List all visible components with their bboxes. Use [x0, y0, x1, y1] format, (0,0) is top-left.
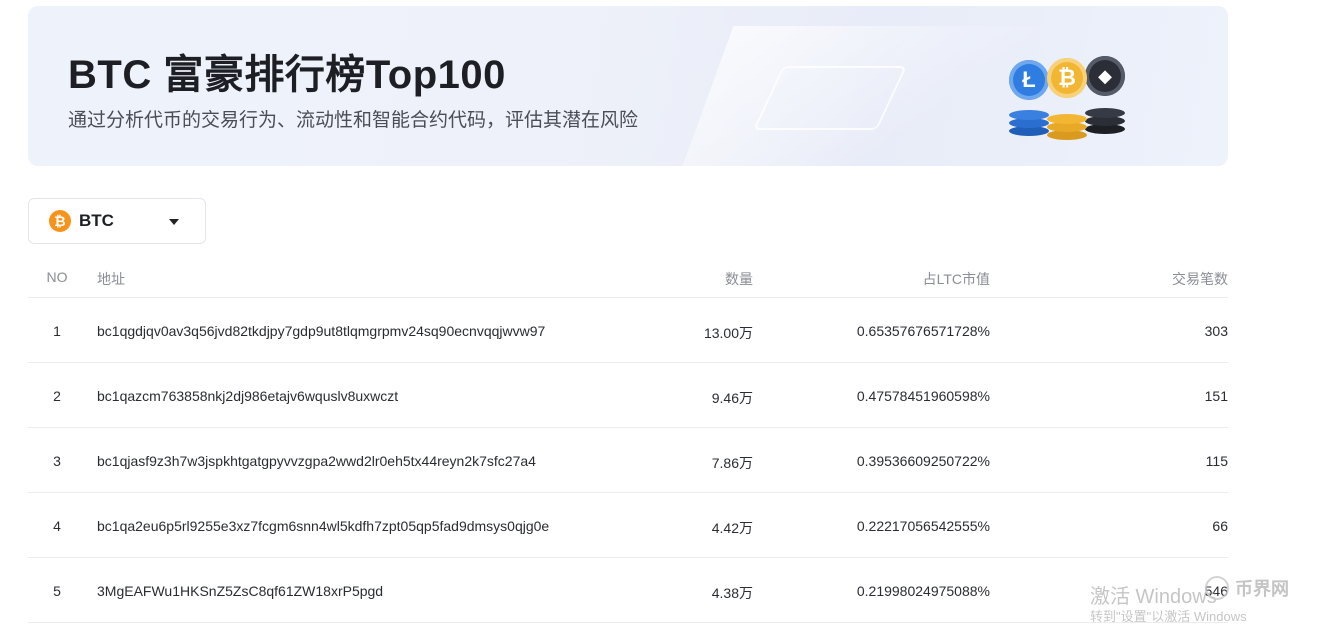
- logo-text: 币界网: [1235, 579, 1289, 599]
- row-market-share: 0.39536609250722%: [856, 453, 990, 469]
- row-market-share: 0.65357676571728%: [856, 323, 990, 339]
- table-row[interactable]: 2 bc1qazcm763858nkj2dj986etajv6wquslv8ux…: [28, 363, 1228, 428]
- chevron-down-icon: [169, 219, 179, 225]
- row-address[interactable]: bc1qa2eu6p5rl9255e3xz7fcgm6snn4wl5kdfh7z…: [97, 518, 549, 534]
- row-address[interactable]: bc1qgdjqv0av3q56jvd82tkdjpy7gdp9ut8tlqmg…: [97, 323, 545, 339]
- row-tx-count: 151: [1204, 388, 1228, 404]
- row-address[interactable]: 3MgEAFWu1HKSnZ5ZsC8qf61ZW18xrP5pgd: [97, 583, 383, 599]
- row-amount: 4.38万: [711, 585, 753, 601]
- row-amount: 7.86万: [711, 455, 753, 471]
- table-header: NO 地址 数量 占LTC市值 交易笔数: [28, 256, 1228, 298]
- row-market-share: 0.21998024975088%: [856, 583, 990, 599]
- row-amount: 9.46万: [711, 390, 753, 406]
- row-market-share: 0.22217056542555%: [856, 518, 990, 534]
- row-address[interactable]: bc1qjasf9z3h7w3jspkhtgatgpyvvzgpa2wwd2lr…: [97, 453, 536, 469]
- row-tx-count: 303: [1204, 323, 1228, 339]
- row-tx-count: 115: [1205, 453, 1228, 469]
- rich-list-table: NO 地址 数量 占LTC市值 交易笔数 1 bc1qgdjqv0av3q56j…: [28, 256, 1228, 623]
- page-title: BTC 富豪排行榜Top100: [68, 53, 506, 97]
- logo-icon: [1205, 576, 1229, 600]
- row-market-share: 0.47578451960598%: [856, 388, 990, 404]
- hero-banner: BTC 富豪排行榜Top100 通过分析代币的交易行为、流动性和智能合约代码，评…: [28, 6, 1228, 166]
- row-amount: 4.42万: [711, 520, 753, 536]
- header-market-share: 占LTC市值: [922, 271, 990, 287]
- ethereum-icon: ◆: [1085, 56, 1125, 96]
- row-no: 5: [53, 583, 61, 599]
- coin-selector-dropdown[interactable]: ₿ BTC: [28, 198, 206, 244]
- bitcoin-icon: ₿: [1047, 58, 1087, 98]
- table-row[interactable]: 1 bc1qgdjqv0av3q56jvd82tkdjpy7gdp9ut8tlq…: [28, 298, 1228, 363]
- table-row[interactable]: 3 bc1qjasf9z3h7w3jspkhtgatgpyvvzgpa2wwd2…: [28, 428, 1228, 493]
- table-row[interactable]: 4 bc1qa2eu6p5rl9255e3xz7fcgm6snn4wl5kdfh…: [28, 493, 1228, 558]
- table-row[interactable]: 5 3MgEAFWu1HKSnZ5ZsC8qf61ZW18xrP5pgd 4.3…: [28, 558, 1228, 623]
- header-amount: 数量: [725, 271, 753, 287]
- row-no: 2: [53, 388, 61, 404]
- site-logo-watermark: 币界网: [1205, 574, 1315, 602]
- row-address[interactable]: bc1qazcm763858nkj2dj986etajv6wquslv8uxwc…: [97, 388, 398, 404]
- row-no: 3: [53, 453, 61, 469]
- row-no: 4: [53, 518, 61, 534]
- page-subtitle: 通过分析代币的交易行为、流动性和智能合约代码，评估其潜在风险: [68, 110, 639, 131]
- coins-illustration: Ł ◆ ₿: [1003, 46, 1133, 146]
- btc-coin-disc: [1047, 114, 1087, 124]
- row-no: 1: [53, 323, 61, 339]
- activation-watermark: 激活 Windows: [1090, 586, 1217, 608]
- header-no: NO: [46, 269, 68, 285]
- bitcoin-icon: ₿: [49, 210, 71, 232]
- eth-coin-disc: [1085, 108, 1125, 118]
- activation-watermark-hint: 转到"设置"以激活 Windows: [1090, 609, 1247, 624]
- ltc-coin-disc: [1009, 110, 1049, 120]
- header-tx-count: 交易笔数: [1172, 271, 1228, 287]
- litecoin-icon: Ł: [1009, 60, 1049, 100]
- header-address: 地址: [97, 271, 125, 287]
- row-amount: 13.00万: [703, 325, 753, 341]
- row-tx-count: 66: [1212, 518, 1228, 534]
- coin-selector-value: BTC: [79, 211, 114, 230]
